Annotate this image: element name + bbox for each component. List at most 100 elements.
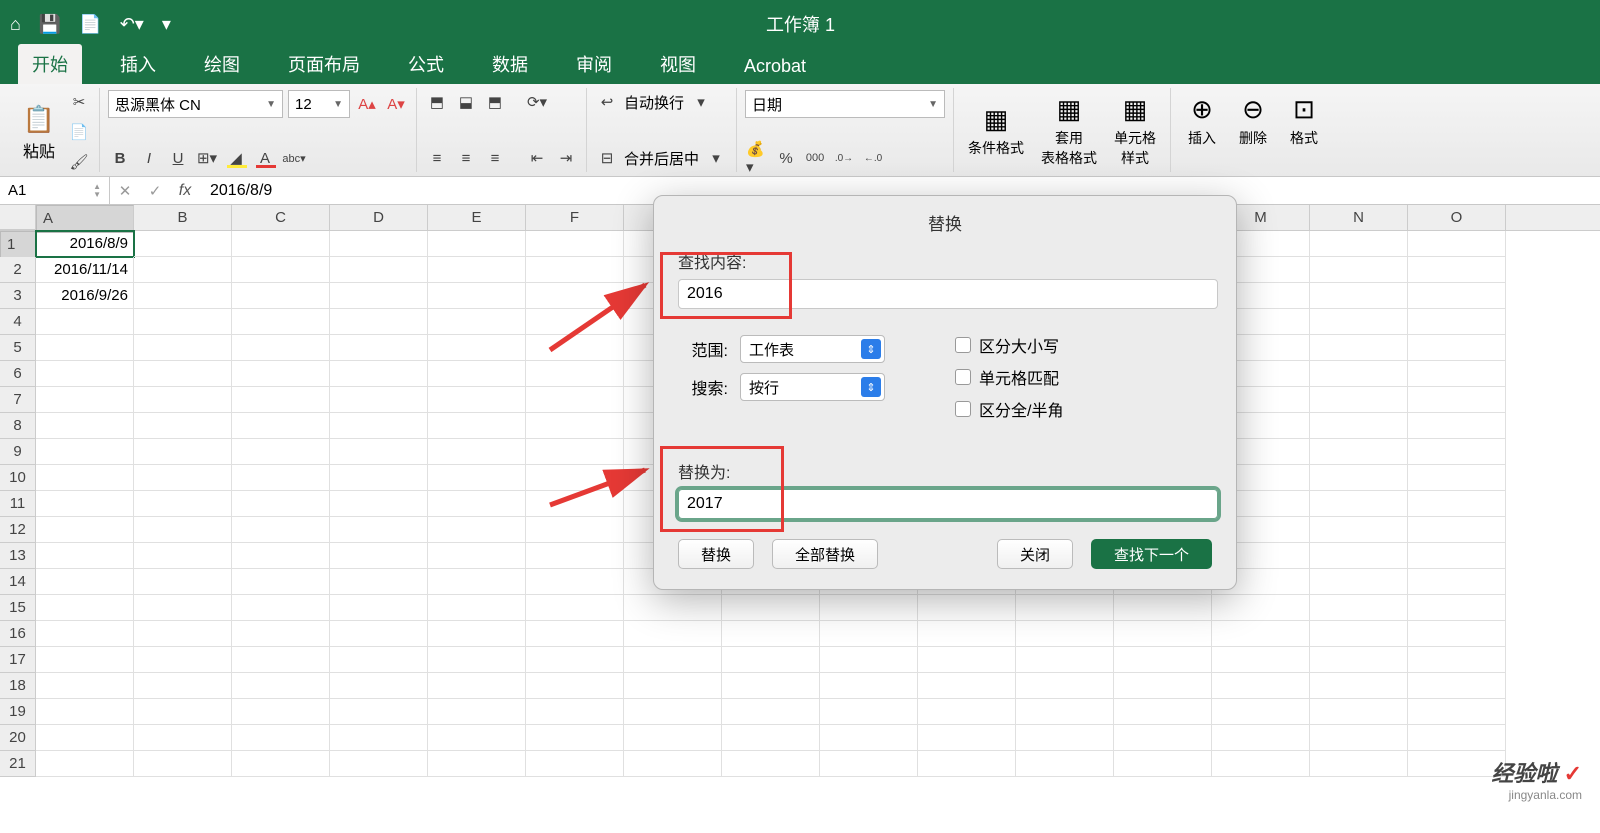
cell[interactable]	[526, 257, 624, 283]
cell[interactable]	[918, 751, 1016, 777]
enter-formula-icon[interactable]: ✓	[140, 182, 170, 200]
cell[interactable]	[1310, 595, 1408, 621]
save-icon[interactable]: 💾	[39, 14, 61, 35]
cell[interactable]	[134, 751, 232, 777]
cell[interactable]	[36, 699, 134, 725]
wrap-caret[interactable]: ▾	[689, 90, 713, 114]
cell[interactable]	[1310, 257, 1408, 283]
cell[interactable]	[1408, 361, 1506, 387]
decrease-indent-icon[interactable]: ⇤	[525, 146, 549, 170]
formula-value[interactable]: 2016/8/9	[200, 182, 272, 200]
customize-icon[interactable]: ▾	[162, 14, 171, 35]
cell[interactable]	[624, 699, 722, 725]
cell[interactable]	[1212, 621, 1310, 647]
cell[interactable]	[330, 387, 428, 413]
cell[interactable]	[722, 725, 820, 751]
cell[interactable]	[134, 699, 232, 725]
cell[interactable]	[1114, 647, 1212, 673]
cell[interactable]	[330, 231, 428, 257]
cell[interactable]	[1310, 517, 1408, 543]
cell[interactable]	[232, 335, 330, 361]
format-painter-icon[interactable]: 🖌	[67, 150, 91, 174]
cell[interactable]	[428, 725, 526, 751]
cell[interactable]	[1212, 751, 1310, 777]
row-header[interactable]: 5	[0, 335, 36, 361]
cell[interactable]	[232, 699, 330, 725]
cell[interactable]	[428, 621, 526, 647]
tab-review[interactable]: 审阅	[566, 44, 622, 84]
cell[interactable]	[526, 465, 624, 491]
cell[interactable]	[624, 725, 722, 751]
cell[interactable]	[36, 621, 134, 647]
cell[interactable]	[526, 725, 624, 751]
cell[interactable]	[1114, 751, 1212, 777]
cell[interactable]	[1310, 647, 1408, 673]
cell[interactable]	[134, 491, 232, 517]
cell[interactable]	[722, 595, 820, 621]
cell[interactable]	[330, 257, 428, 283]
cell[interactable]	[1016, 699, 1114, 725]
cell[interactable]	[918, 699, 1016, 725]
fx-icon[interactable]: fx	[170, 182, 200, 200]
cell[interactable]	[428, 413, 526, 439]
cell[interactable]	[36, 751, 134, 777]
cell[interactable]	[1310, 699, 1408, 725]
cell[interactable]	[1016, 621, 1114, 647]
cell[interactable]	[1114, 699, 1212, 725]
decrease-font-icon[interactable]: A▾	[384, 92, 408, 116]
scope-select[interactable]: 工作表⇕	[740, 335, 885, 363]
tab-formula[interactable]: 公式	[398, 44, 454, 84]
cell[interactable]	[36, 543, 134, 569]
increase-indent-icon[interactable]: ⇥	[554, 146, 578, 170]
cell[interactable]	[1310, 283, 1408, 309]
close-button[interactable]: 关闭	[997, 539, 1073, 569]
match-cell-checkbox[interactable]: 单元格匹配	[955, 365, 1063, 389]
cell[interactable]: 2016/9/26	[36, 283, 134, 309]
row-header[interactable]: 11	[0, 491, 36, 517]
replace-button[interactable]: 替换	[678, 539, 754, 569]
cell[interactable]	[1114, 595, 1212, 621]
column-header[interactable]: F	[526, 205, 624, 230]
cell[interactable]	[1310, 491, 1408, 517]
cell[interactable]	[232, 595, 330, 621]
cell[interactable]	[134, 387, 232, 413]
cell[interactable]	[134, 621, 232, 647]
cell[interactable]	[918, 647, 1016, 673]
cell[interactable]	[1408, 335, 1506, 361]
row-header[interactable]: 8	[0, 413, 36, 439]
cell[interactable]	[526, 569, 624, 595]
cell[interactable]	[232, 725, 330, 751]
cell[interactable]	[134, 465, 232, 491]
cell[interactable]: 2016/8/9	[36, 231, 134, 257]
cell[interactable]	[330, 725, 428, 751]
cell[interactable]	[134, 569, 232, 595]
cell[interactable]	[526, 309, 624, 335]
row-header[interactable]: 9	[0, 439, 36, 465]
cell[interactable]	[428, 673, 526, 699]
cell[interactable]	[820, 595, 918, 621]
cell[interactable]	[526, 647, 624, 673]
cell[interactable]	[722, 751, 820, 777]
match-case-checkbox[interactable]: 区分大小写	[955, 333, 1063, 357]
cell[interactable]	[232, 491, 330, 517]
cell[interactable]	[232, 231, 330, 257]
fill-color-button[interactable]: ◢	[224, 146, 248, 170]
cell[interactable]	[330, 439, 428, 465]
cell[interactable]	[232, 309, 330, 335]
cell[interactable]	[330, 283, 428, 309]
cell[interactable]	[232, 621, 330, 647]
cell[interactable]	[232, 257, 330, 283]
wrap-text-icon[interactable]: ↩	[595, 90, 619, 114]
row-header[interactable]: 12	[0, 517, 36, 543]
cell[interactable]	[36, 413, 134, 439]
cell[interactable]	[1310, 465, 1408, 491]
tab-draw[interactable]: 绘图	[194, 44, 250, 84]
cell[interactable]	[1310, 751, 1408, 777]
cell[interactable]	[1310, 387, 1408, 413]
cell[interactable]	[1310, 361, 1408, 387]
copy-icon[interactable]: 📄	[67, 120, 91, 144]
cell[interactable]	[428, 699, 526, 725]
cell[interactable]	[232, 413, 330, 439]
cell[interactable]	[1408, 257, 1506, 283]
cell[interactable]	[232, 751, 330, 777]
